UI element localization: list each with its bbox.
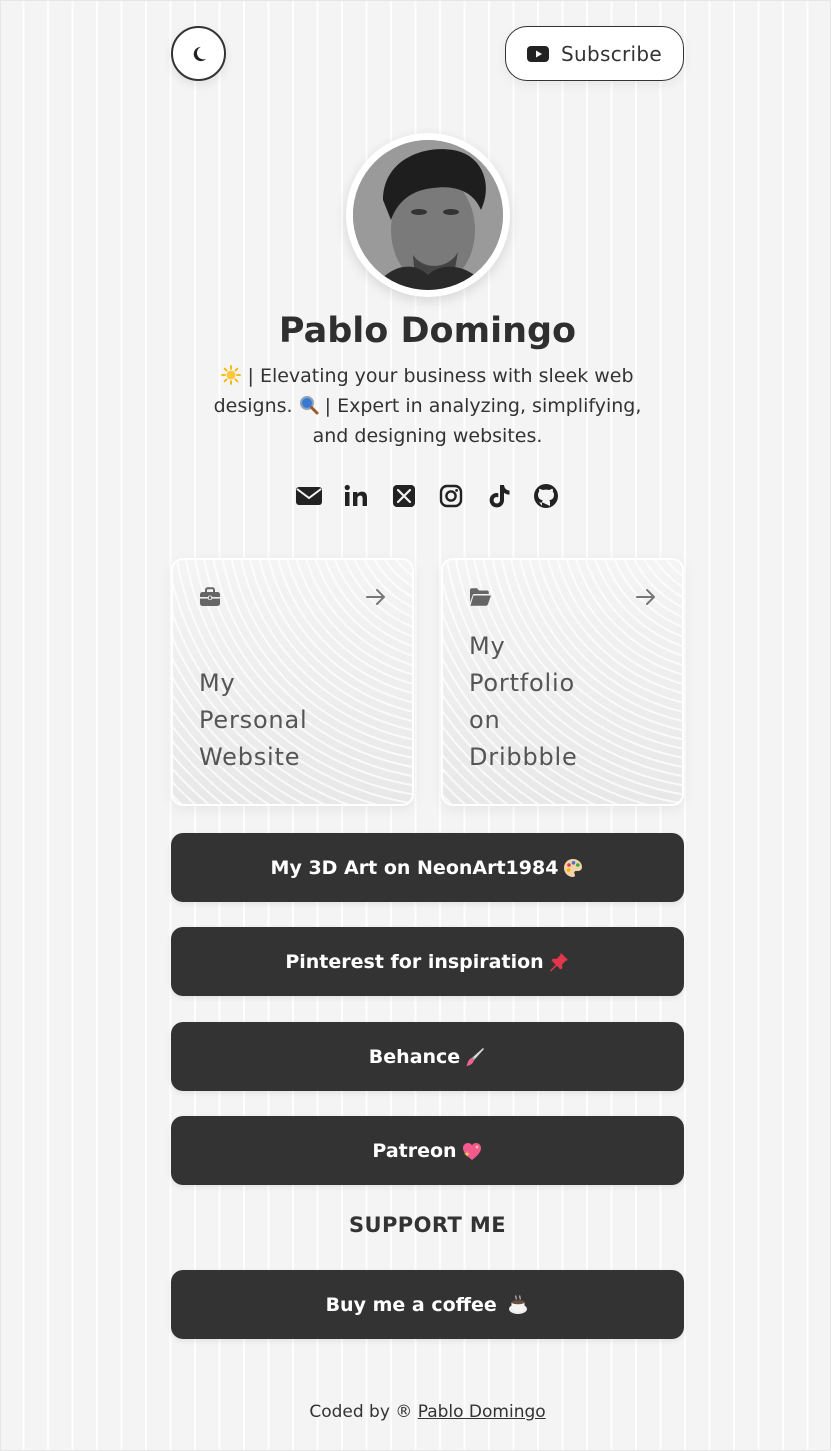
profile-name: Pablo Domingo <box>278 311 577 351</box>
email-icon[interactable] <box>295 482 323 510</box>
paintbrush-emoji <box>466 1047 485 1066</box>
link-button-pinterest[interactable]: Pinterest for inspiration <box>171 927 684 996</box>
theme-toggle-button[interactable] <box>171 26 226 81</box>
sun-emoji <box>221 365 242 385</box>
support-heading: SUPPORT ME <box>349 1213 506 1237</box>
link-button-behance[interactable]: Behance <box>171 1022 684 1091</box>
footer-author-link[interactable]: Pablo Domingo <box>418 1402 546 1422</box>
github-icon[interactable] <box>532 482 560 510</box>
link-label: My 3D Art on NeonArt1984 <box>270 856 559 879</box>
pushpin-emoji <box>549 952 568 971</box>
youtube-icon <box>527 45 550 62</box>
avatar-portrait-image <box>353 140 503 290</box>
buy-coffee-button[interactable]: Buy me a coffee <box>171 1270 684 1339</box>
instagram-icon[interactable] <box>437 482 465 510</box>
folder-open-icon <box>470 588 491 606</box>
link-button-3d-art[interactable]: My 3D Art on NeonArt1984 <box>171 833 684 902</box>
magnifying-glass-emoji <box>299 396 319 415</box>
moon-icon <box>193 46 206 61</box>
bio-text-2: | Expert in analyzing, simplifying, and … <box>312 395 642 447</box>
arrow-right-icon <box>366 589 385 605</box>
footer-prefix: Coded by ® <box>309 1402 418 1422</box>
profile-bio: | Elevating your business with sleek web… <box>193 361 662 451</box>
link-label: Patreon <box>372 1139 457 1162</box>
tiktok-icon[interactable] <box>485 482 513 510</box>
card-dribbble-portfolio[interactable]: My Portfolio on Dribbble <box>441 558 684 806</box>
link-label: Pinterest for inspiration <box>285 950 544 973</box>
subscribe-button[interactable]: Subscribe <box>505 26 684 81</box>
social-links <box>295 481 560 511</box>
link-label: Behance <box>368 1045 461 1068</box>
avatar <box>346 133 510 297</box>
link-label: Buy me a coffee <box>325 1293 504 1316</box>
footer: Coded by ® Pablo Domingo <box>171 1402 684 1422</box>
arrow-right-icon <box>636 589 655 605</box>
linkedin-icon[interactable] <box>342 482 370 510</box>
card-label: My Portfolio on Dribbble <box>469 632 578 771</box>
hot-beverage-emoji <box>509 1294 528 1314</box>
x-twitter-icon[interactable] <box>390 482 418 510</box>
card-personal-website[interactable]: My Personal Website <box>171 558 414 806</box>
subscribe-label: Subscribe <box>561 41 662 66</box>
top-bar: Subscribe <box>171 26 684 83</box>
link-button-patreon[interactable]: Patreon <box>171 1116 684 1185</box>
avatar-photo <box>353 140 503 290</box>
briefcase-icon <box>200 587 220 606</box>
card-label: My Personal Website <box>199 669 308 771</box>
palette-emoji <box>564 858 583 877</box>
sparkling-heart-emoji <box>462 1142 481 1160</box>
